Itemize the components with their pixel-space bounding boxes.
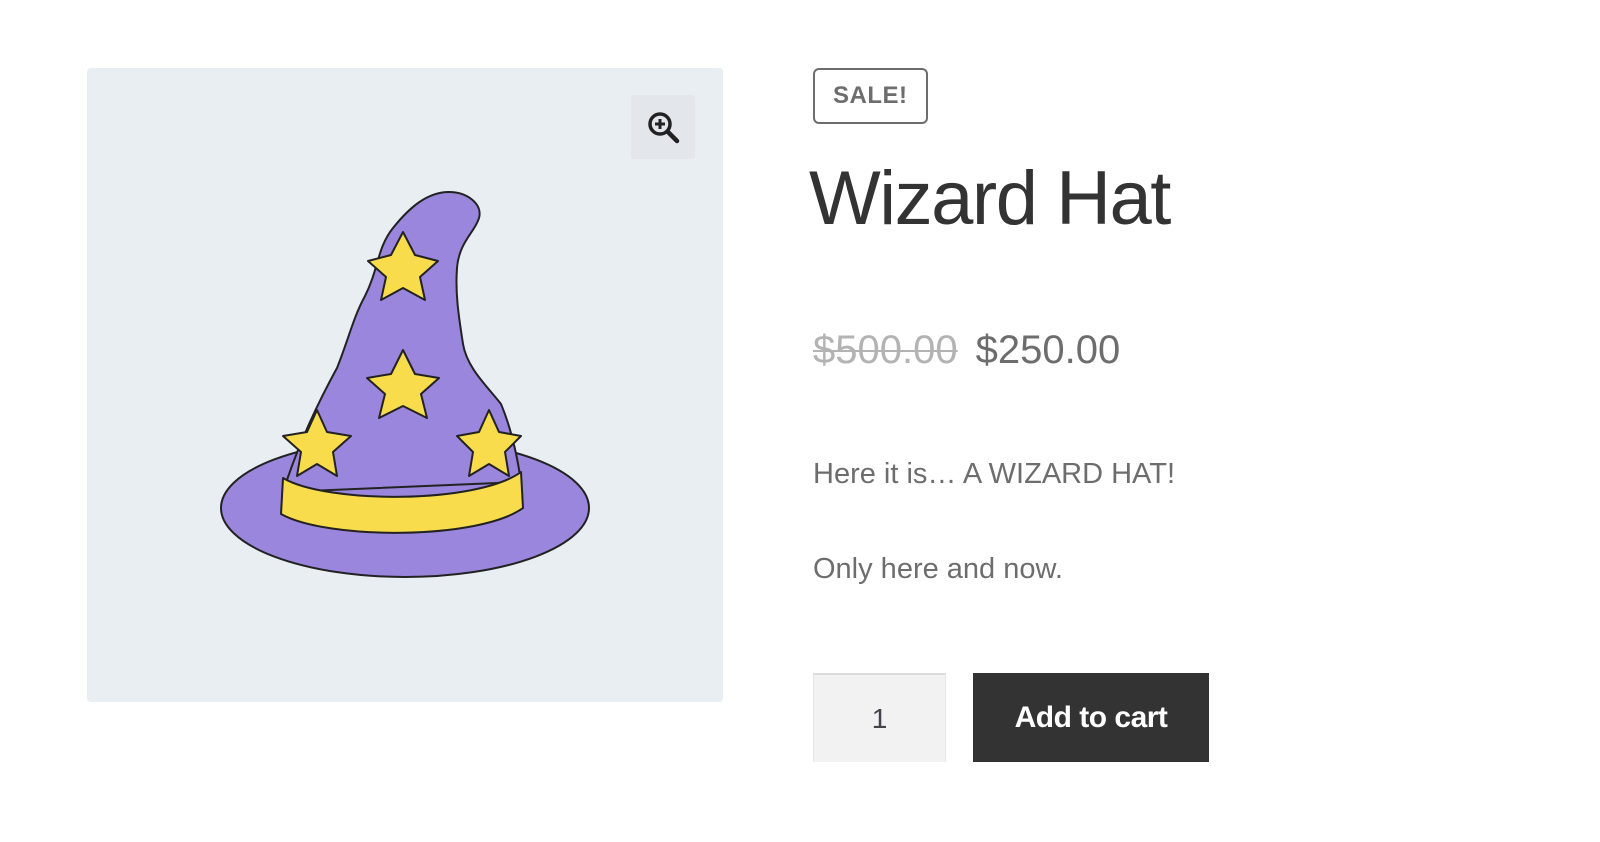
- product-price: $500.00 $250.00: [813, 328, 1120, 373]
- description-line-2: Only here and now.: [813, 553, 1063, 585]
- sale-price: $250.00: [975, 328, 1121, 372]
- add-to-cart-button[interactable]: Add to cart: [973, 673, 1209, 762]
- wizard-hat-icon[interactable]: [87, 68, 723, 702]
- regular-price: $500.00: [813, 328, 958, 372]
- product-title: Wizard Hat: [809, 156, 1171, 241]
- product-summary: SALE! Wizard Hat $500.00 $250.00 Here it …: [809, 0, 1553, 842]
- product-gallery: [87, 68, 723, 702]
- description-line-1: Here it is… A WIZARD HAT!: [813, 458, 1176, 490]
- quantity-input[interactable]: [813, 673, 946, 762]
- sale-badge: SALE!: [813, 68, 928, 124]
- zoom-button[interactable]: [631, 95, 695, 159]
- magnifier-zoom-icon: [648, 112, 680, 144]
